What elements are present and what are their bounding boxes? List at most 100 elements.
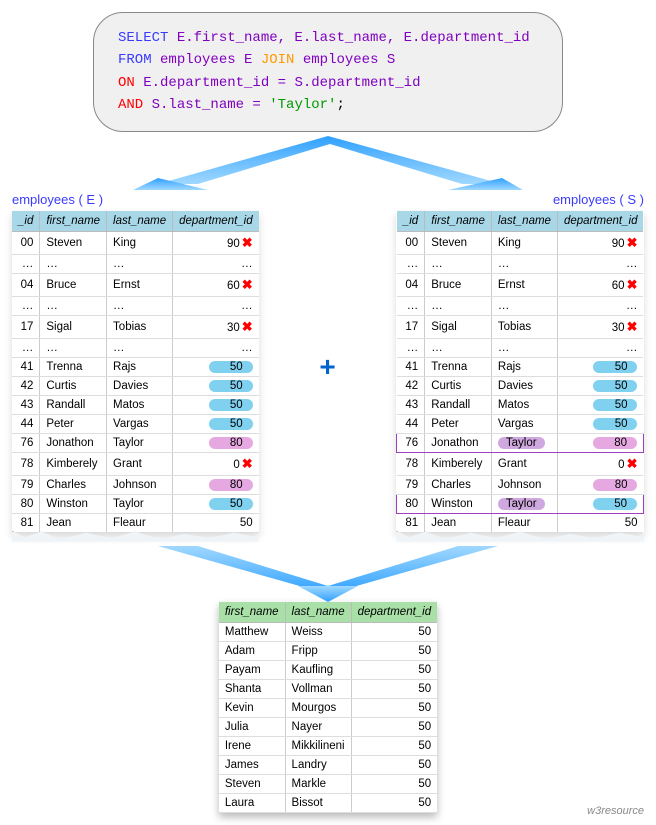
query-line-4: AND S.last_name = 'Taylor'; xyxy=(118,94,538,116)
query-line-2: FROM employees E JOIN employees S xyxy=(118,49,538,71)
cell-fn: Julia xyxy=(219,717,285,736)
and-left: S.last_name = xyxy=(152,97,270,113)
col-dep: department_id xyxy=(173,211,259,232)
cell-dep: 80 xyxy=(557,475,643,494)
cell-id: 44 xyxy=(12,414,40,433)
cell-dep: 50 xyxy=(557,395,643,414)
cell-fn: … xyxy=(425,338,492,357)
x-mark-icon: ✖ xyxy=(625,456,638,471)
cell-dep: 60✖ xyxy=(557,273,643,296)
table-row: 81JeanFleaur50 xyxy=(12,513,259,532)
cell-ln: Tobias xyxy=(107,315,173,338)
col-fn: first_name xyxy=(425,211,492,232)
table-row: IreneMikkilineni50 xyxy=(219,736,437,755)
table-row: 80WinstonTaylor50 xyxy=(12,494,259,513)
cell-fn: … xyxy=(40,254,107,273)
table-row: 00StevenKing90✖ xyxy=(12,231,259,254)
cell-fn: Steven xyxy=(40,231,107,254)
cell-dep: 50 xyxy=(351,641,437,660)
table-row: MatthewWeiss50 xyxy=(219,622,437,641)
cell-dep: 30✖ xyxy=(173,315,259,338)
cell-ln: Taylor xyxy=(491,433,557,452)
cell-dep: 50 xyxy=(557,494,643,513)
cell-ln: Davies xyxy=(107,376,173,395)
col-ln: last_name xyxy=(285,602,351,623)
cell-fn: Adam xyxy=(219,641,285,660)
cell-dep: 60✖ xyxy=(173,273,259,296)
down-arrow-icon xyxy=(12,542,644,602)
cell-dep: 50 xyxy=(173,494,259,513)
cell-id: 17 xyxy=(397,315,425,338)
select-cols: E.first_name, E.last_name, E.department_… xyxy=(177,30,530,46)
cell-fn: Curtis xyxy=(40,376,107,395)
table-row: 44PeterVargas50 xyxy=(397,414,644,433)
cell-ln: Taylor xyxy=(107,433,173,452)
cell-fn: Irene xyxy=(219,736,285,755)
table-row: ………… xyxy=(12,296,259,315)
cell-dep: 50 xyxy=(557,357,643,376)
cell-dep: … xyxy=(557,338,643,357)
cell-ln: Matos xyxy=(107,395,173,414)
cell-fn: Winston xyxy=(40,494,107,513)
col-id: _id xyxy=(12,211,40,232)
cell-dep: 50 xyxy=(173,357,259,376)
cell-ln: Mourgos xyxy=(285,698,351,717)
cell-fn: Randall xyxy=(40,395,107,414)
cell-fn: Peter xyxy=(40,414,107,433)
cell-fn: Charles xyxy=(425,475,492,494)
table-row: ………… xyxy=(397,254,644,273)
cell-ln: Fleaur xyxy=(491,513,557,532)
cell-ln: Nayer xyxy=(285,717,351,736)
cell-dep: 50 xyxy=(351,679,437,698)
on-cond: E.department_id = S.department_id xyxy=(143,75,420,91)
cell-id: … xyxy=(397,296,425,315)
table-row: ………… xyxy=(12,338,259,357)
x-mark-icon: ✖ xyxy=(625,319,638,334)
cell-ln: Vargas xyxy=(107,414,173,433)
cell-id: 00 xyxy=(397,231,425,254)
kw-join: JOIN xyxy=(261,52,303,68)
cell-ln: Johnson xyxy=(107,475,173,494)
cell-ln: Rajs xyxy=(107,357,173,376)
x-mark-icon: ✖ xyxy=(625,235,638,250)
cell-dep: 80 xyxy=(173,475,259,494)
cell-id: 81 xyxy=(12,513,40,532)
cell-dep: … xyxy=(173,338,259,357)
cell-fn: Kimberely xyxy=(425,452,492,475)
cell-dep: … xyxy=(557,254,643,273)
cell-id: … xyxy=(12,338,40,357)
col-dep: department_id xyxy=(557,211,643,232)
cell-fn: Curtis xyxy=(425,376,492,395)
cell-fn: Charles xyxy=(40,475,107,494)
cell-ln: Bissot xyxy=(285,793,351,812)
cell-ln: Vargas xyxy=(491,414,557,433)
table-row: ………… xyxy=(397,296,644,315)
kw-and: AND xyxy=(118,97,152,113)
cell-ln: Taylor xyxy=(107,494,173,513)
cell-ln: King xyxy=(491,231,557,254)
employees-s-label: employees ( S ) xyxy=(396,192,644,207)
cell-ln: Grant xyxy=(491,452,557,475)
cell-dep: 50 xyxy=(173,414,259,433)
cell-ln: Weiss xyxy=(285,622,351,641)
table-row: 80WinstonTaylor50 xyxy=(397,494,644,513)
cell-ln: Matos xyxy=(491,395,557,414)
cell-id: … xyxy=(12,296,40,315)
cell-ln: … xyxy=(491,254,557,273)
table-row: 79CharlesJohnson80 xyxy=(397,475,644,494)
table-row: ………… xyxy=(12,254,259,273)
cell-ln: Johnson xyxy=(491,475,557,494)
cell-dep: 0✖ xyxy=(557,452,643,475)
cell-dep: 50 xyxy=(351,717,437,736)
cell-ln: Mikkilineni xyxy=(285,736,351,755)
cell-ln: … xyxy=(491,338,557,357)
cell-fn: Laura xyxy=(219,793,285,812)
table-row: 04BruceErnst60✖ xyxy=(397,273,644,296)
x-mark-icon: ✖ xyxy=(240,277,253,292)
cell-fn: James xyxy=(219,755,285,774)
cell-fn: Sigal xyxy=(425,315,492,338)
cell-id: … xyxy=(397,338,425,357)
cell-fn: Payam xyxy=(219,660,285,679)
table-row: ShantaVollman50 xyxy=(219,679,437,698)
cell-ln: … xyxy=(107,296,173,315)
